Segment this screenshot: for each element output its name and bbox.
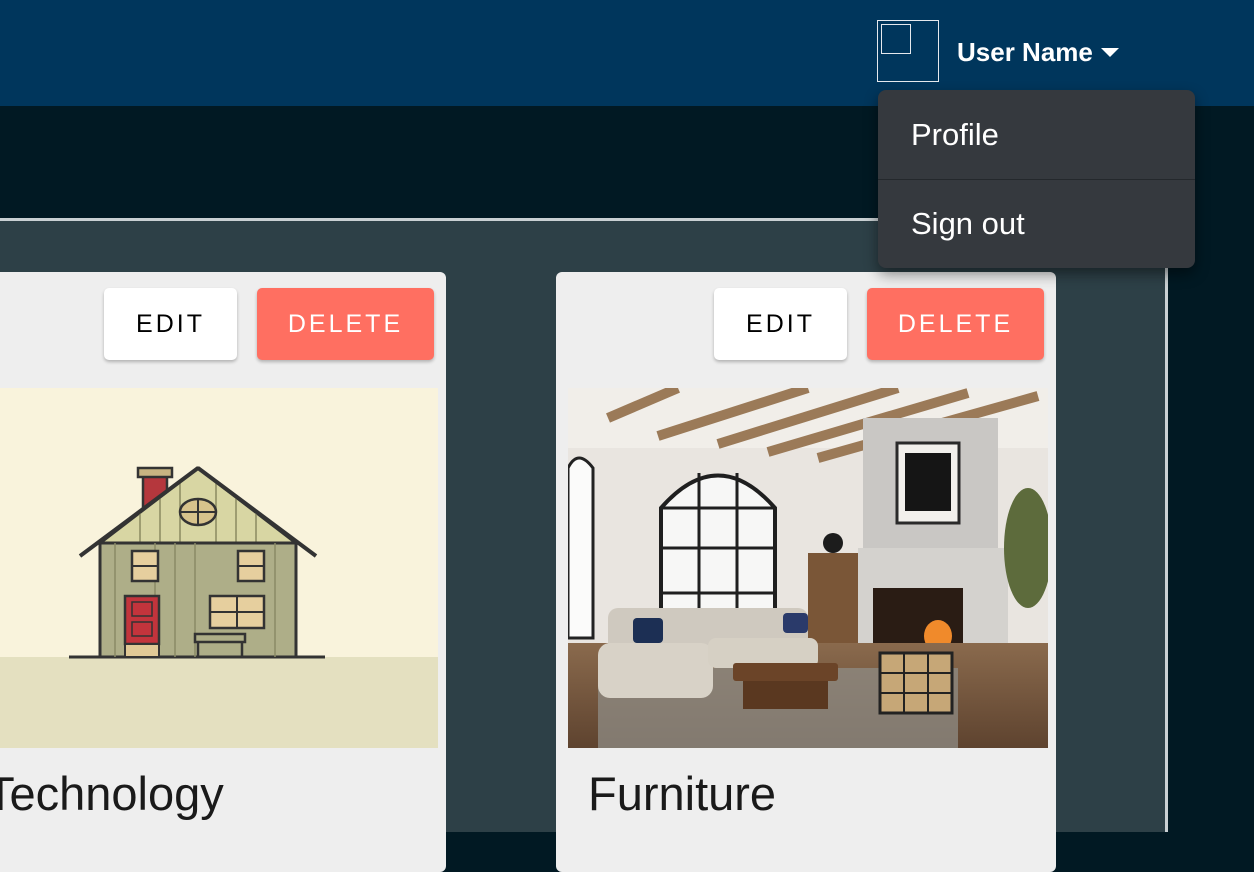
delete-button[interactable]: DELETE xyxy=(867,288,1044,360)
card-title: Furniture xyxy=(588,767,777,820)
category-card: EDIT DELETE xyxy=(556,272,1056,872)
caret-down-icon xyxy=(1100,47,1119,57)
category-card: EDIT DELETE xyxy=(0,272,446,872)
menu-item-profile[interactable]: Profile xyxy=(878,90,1195,179)
edit-button[interactable]: EDIT xyxy=(104,288,237,360)
living-room-photo-image xyxy=(568,388,1048,748)
avatar[interactable] xyxy=(877,20,939,82)
card-title: Technology xyxy=(0,767,224,820)
menu-item-sign-out[interactable]: Sign out xyxy=(878,179,1195,268)
user-dropdown-menu: Profile Sign out xyxy=(878,90,1195,268)
user-name-label: User Name xyxy=(957,36,1093,67)
user-menu-toggle[interactable]: User Name xyxy=(957,34,1119,70)
house-illustration-image xyxy=(0,388,438,748)
edit-button[interactable]: EDIT xyxy=(714,288,847,360)
avatar-placeholder-icon xyxy=(881,24,911,54)
delete-button[interactable]: DELETE xyxy=(257,288,434,360)
